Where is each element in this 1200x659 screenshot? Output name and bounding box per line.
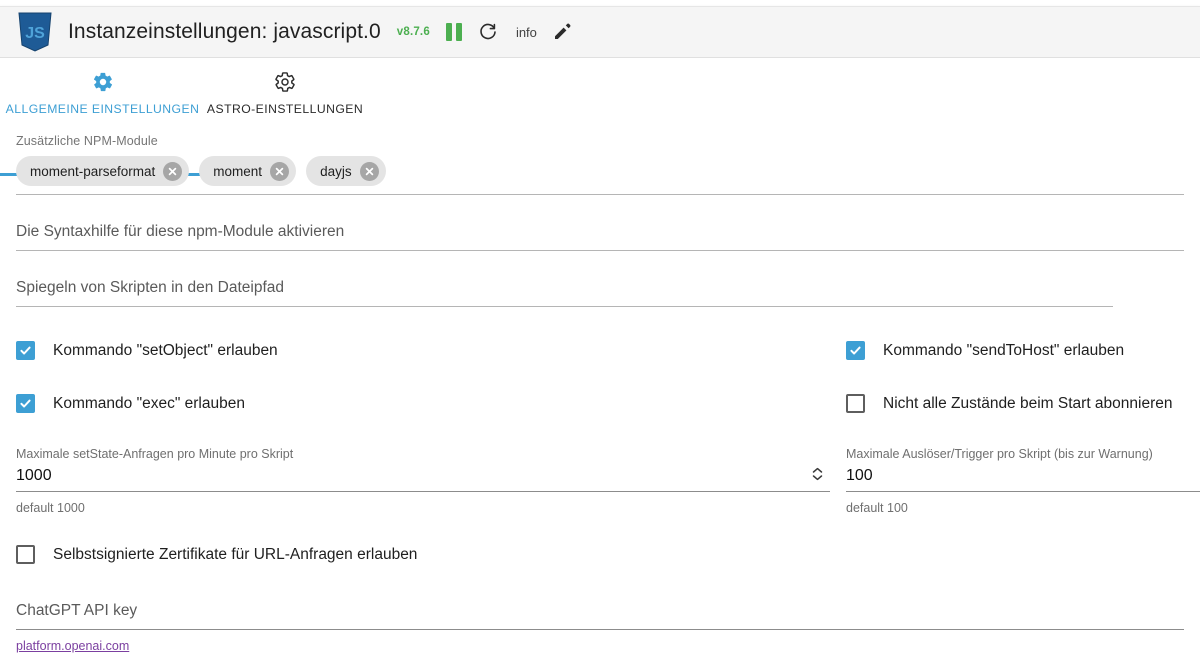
trigger-limit-input[interactable] [846, 461, 1200, 492]
checkbox-label: Selbstsignierte Zertifikate für URL-Anfr… [53, 545, 418, 563]
close-circle-icon[interactable] [270, 161, 290, 181]
npm-modules-field: Zusätzliche NPM-Module moment-parseforma… [16, 134, 1184, 195]
close-circle-icon[interactable] [359, 161, 379, 181]
trigger-limit-label: Maximale Auslöser/Trigger pro Skript (bi… [846, 447, 1153, 461]
npm-modules-chip-list[interactable]: moment-parseformat moment dayjs [16, 156, 1184, 195]
mirror-path-input[interactable] [16, 277, 1113, 307]
tab-allgemeine-einstellungen[interactable]: ALLGEMEINE EINSTELLUNGEN [0, 66, 205, 120]
tab-astro-einstellungen[interactable]: ASTRO-EINSTELLUNGEN [205, 66, 365, 120]
checkbox-no-subscribe-all-states[interactable]: Nicht alle Zustände beim Start abonniere… [846, 394, 1184, 413]
checkmark-icon[interactable] [846, 341, 865, 360]
checkbox-label: Nicht alle Zustände beim Start abonniere… [883, 394, 1173, 412]
javascript-shield-icon: JS [18, 12, 52, 52]
checkbox-label: Kommando "setObject" erlauben [53, 341, 278, 359]
permissions-checkbox-grid: Kommando "setObject" erlauben Kommando "… [16, 341, 1184, 413]
npm-modules-label: Zusätzliche NPM-Module [16, 134, 158, 148]
pause-icon[interactable] [445, 23, 462, 41]
chip-label: moment [213, 163, 263, 179]
stepper-updown-icon[interactable] [810, 467, 824, 481]
trigger-limit-field: Maximale Auslöser/Trigger pro Skript (bi… [846, 447, 1200, 515]
openai-platform-link[interactable]: platform.openai.com [16, 639, 129, 653]
refresh-icon[interactable] [478, 22, 498, 42]
chip-label: moment-parseformat [30, 163, 156, 179]
checkbox-sendtohost[interactable]: Kommando "sendToHost" erlauben [846, 341, 1184, 360]
setstate-limit-field: Maximale setState-Anfragen pro Minute pr… [16, 447, 846, 515]
settings-tabs: ALLGEMEINE EINSTELLUNGEN ASTRO-EINSTELLU… [0, 58, 1200, 176]
svg-text:JS: JS [25, 25, 45, 42]
chip-moment-parseformat[interactable]: moment-parseformat [16, 156, 190, 186]
trigger-limit-help: default 100 [846, 501, 908, 515]
version-badge: v8.7.6 [396, 26, 430, 38]
tab-label: ALLGEMEINE EINSTELLUNGEN [5, 102, 200, 116]
chip-dayjs[interactable]: dayjs [306, 156, 386, 186]
setstate-limit-help: default 1000 [16, 501, 85, 515]
chatgpt-api-key-field: platform.openai.com [16, 600, 1184, 655]
empty-checkbox-icon[interactable] [16, 545, 35, 564]
checkbox-label: Kommando "exec" erlauben [53, 394, 245, 412]
settings-content: Zusätzliche NPM-Module moment-parseforma… [0, 120, 1200, 655]
syntax-help-field [16, 221, 1184, 251]
chip-moment[interactable]: moment [199, 156, 297, 186]
checkbox-label: Kommando "sendToHost" erlauben [883, 341, 1125, 359]
chatgpt-api-key-input[interactable] [16, 600, 1184, 630]
syntax-help-input[interactable] [16, 221, 1184, 251]
pencil-edit-icon[interactable] [553, 23, 571, 41]
gear-filled-icon [92, 70, 114, 94]
app-header: JS Instanzeinstellungen: javascript.0 v8… [0, 6, 1200, 58]
checkbox-setobject[interactable]: Kommando "setObject" erlauben [16, 341, 846, 360]
close-circle-icon[interactable] [163, 161, 183, 181]
page-title: Instanzeinstellungen: javascript.0 [68, 20, 381, 43]
mirror-path-field [16, 277, 1184, 307]
tab-label: ASTRO-EINSTELLUNGEN [206, 102, 364, 116]
limits-grid: Maximale setState-Anfragen pro Minute pr… [16, 447, 1200, 515]
setstate-limit-label: Maximale setState-Anfragen pro Minute pr… [16, 447, 294, 461]
checkbox-self-signed-certificates[interactable]: Selbstsignierte Zertifikate für URL-Anfr… [16, 545, 1184, 564]
checkmark-icon[interactable] [16, 341, 35, 360]
setstate-limit-input[interactable] [16, 461, 830, 492]
gear-outline-icon [274, 70, 296, 94]
info-link[interactable]: info [516, 25, 537, 40]
chip-label: dayjs [320, 163, 352, 179]
checkbox-exec[interactable]: Kommando "exec" erlauben [16, 394, 846, 413]
instance-settings-page: JS Instanzeinstellungen: javascript.0 v8… [0, 0, 1200, 659]
checkmark-icon[interactable] [16, 394, 35, 413]
empty-checkbox-icon[interactable] [846, 394, 865, 413]
